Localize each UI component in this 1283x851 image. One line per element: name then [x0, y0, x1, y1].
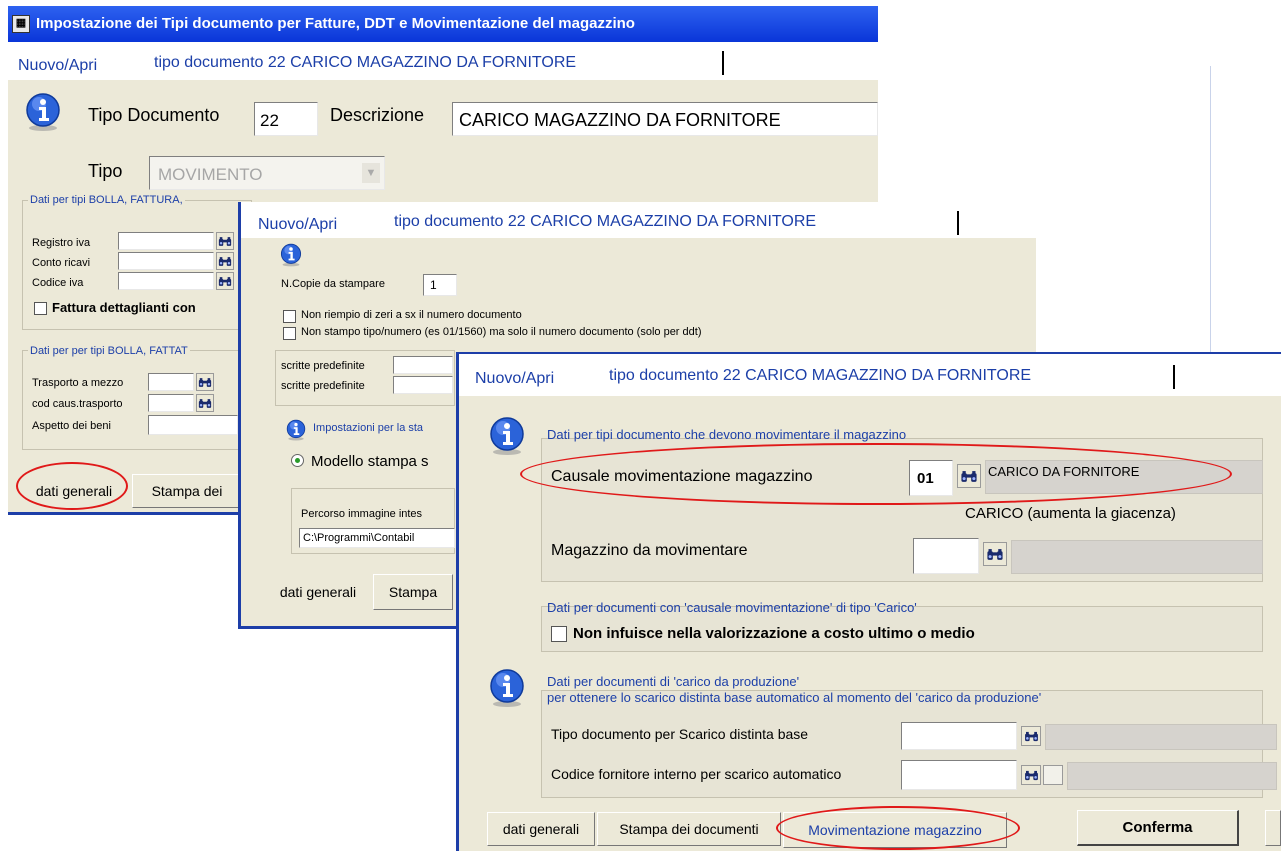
codice-fornitore-input[interactable] [901, 760, 1017, 790]
info-icon [285, 418, 307, 442]
tipo-documento-input[interactable]: 22 [254, 102, 318, 136]
ellipsis-button[interactable] [1043, 765, 1063, 785]
codice-iva-label: Codice iva [32, 277, 84, 289]
aspetto-beni-input[interactable] [148, 415, 238, 435]
next-button-partial[interactable] [1265, 810, 1281, 846]
info-icon [487, 414, 527, 458]
percorso-label: Percorso immagine intes [301, 508, 423, 520]
info-icon [279, 242, 303, 268]
zeri-checkbox[interactable] [283, 310, 296, 323]
tab-nuovo-apri[interactable]: Nuovo/Apri [18, 57, 97, 75]
search-binoculars-icon[interactable] [196, 394, 214, 412]
conto-ricavi-input[interactable] [118, 252, 214, 270]
tab-documento[interactable]: tipo documento 22 CARICO MAGAZZINO DA FO… [394, 213, 816, 231]
tab-stampa-documenti[interactable]: Stampa dei documenti [597, 812, 781, 846]
info-icon [23, 90, 63, 134]
tipo-label: Tipo [88, 161, 123, 181]
tipo-numero-label: Non stampo tipo/numero (es 01/1560) ma s… [301, 326, 702, 338]
fattura-dettaglianti-checkbox[interactable] [34, 302, 47, 315]
cod-caus-trasporto-label: cod caus.trasporto [32, 398, 123, 410]
info-icon [487, 666, 527, 710]
ncopie-input[interactable]: 1 [423, 274, 457, 296]
tab-stampa[interactable]: Stampa [373, 574, 453, 610]
codice-fornitore-label: Codice fornitore interno per scarico aut… [551, 766, 842, 782]
window-3: Nuovo/Apri tipo documento 22 CARICO MAGA… [456, 352, 1281, 851]
ncopie-label: N.Copie da stampare [281, 278, 385, 290]
tab-dati-generali[interactable]: dati generali [487, 812, 595, 846]
tab-separator [722, 51, 724, 75]
frame-produzione-title-1: Dati per documenti di 'carico da produzi… [547, 674, 800, 689]
descrizione-label: Descrizione [330, 105, 425, 125]
scritte-label-2: scritte predefinite [281, 380, 365, 392]
scritte-label-1: scritte predefinite [281, 360, 365, 372]
cod-caus-trasporto-input[interactable] [148, 394, 194, 412]
conferma-button[interactable]: Conferma [1077, 810, 1239, 846]
frame-carico-title: Dati per documenti con 'causale moviment… [547, 600, 917, 615]
causale-description: CARICO DA FORNITORE [985, 460, 1263, 494]
frame-movimentazione-title: Dati per tipi documento che devono movim… [547, 427, 907, 442]
tab-movimentazione-magazzino[interactable]: Movimentazione magazzino [783, 812, 1007, 848]
percorso-input[interactable]: C:\Programmi\Contabil [299, 528, 455, 548]
tipo-documento-label: Tipo Documento [88, 105, 220, 125]
frame-bolla-fattura-title: Dati per tipi BOLLA, FATTURA, [28, 194, 185, 206]
magazzino-input[interactable] [913, 538, 979, 574]
trasporto-input[interactable] [148, 373, 194, 391]
search-binoculars-icon[interactable] [216, 232, 234, 250]
app-icon: ▦ [12, 15, 30, 33]
trasporto-label: Trasporto a mezzo [32, 377, 124, 389]
codice-iva-input[interactable] [118, 272, 214, 290]
non-infuisce-checkbox[interactable] [551, 626, 567, 642]
modello-label: Modello stampa s [311, 453, 429, 470]
tipo-select[interactable]: MOVIMENTO ▼ [149, 156, 385, 190]
aspetto-beni-label: Aspetto dei beni [32, 420, 111, 432]
causale-note: CARICO (aumenta la giacenza) [965, 505, 1176, 522]
registro-iva-label: Registro iva [32, 237, 91, 249]
tab-separator [957, 211, 959, 235]
search-binoculars-icon[interactable] [1021, 726, 1041, 746]
zeri-label: Non riempio di zeri a sx il numero docum… [301, 309, 522, 321]
radio-modello[interactable] [291, 454, 304, 467]
tab-nuovo-apri[interactable]: Nuovo/Apri [258, 216, 337, 234]
tab-documento[interactable]: tipo documento 22 CARICO MAGAZZINO DA FO… [154, 54, 576, 72]
search-binoculars-icon[interactable] [216, 272, 234, 290]
descrizione-input[interactable]: CARICO MAGAZZINO DA FORNITORE [452, 102, 878, 136]
tab-dati-generali[interactable]: dati generali [263, 576, 373, 608]
search-binoculars-icon[interactable] [196, 373, 214, 391]
frame-trasporto-title: Dati per per tipi BOLLA, FATTAT [28, 345, 190, 357]
causale-code-input[interactable]: 01 [909, 460, 953, 496]
conto-ricavi-label: Conto ricavi [32, 257, 91, 269]
search-binoculars-icon[interactable] [957, 464, 981, 488]
fattura-dettaglianti-label: Fattura dettaglianti con [52, 300, 196, 315]
search-binoculars-icon[interactable] [216, 252, 234, 270]
frame-produzione-title-2: per ottenere lo scarico distinta base au… [547, 690, 1042, 705]
tab-nuovo-apri[interactable]: Nuovo/Apri [475, 370, 554, 388]
magazzino-label: Magazzino da movimentare [551, 542, 748, 559]
scritte-input-1[interactable] [393, 356, 453, 374]
scritte-input-2[interactable] [393, 376, 453, 394]
codice-fornitore-description [1067, 762, 1277, 790]
search-binoculars-icon[interactable] [1021, 765, 1041, 785]
tab-documento[interactable]: tipo documento 22 CARICO MAGAZZINO DA FO… [609, 367, 1031, 385]
tab-separator [1173, 365, 1175, 389]
non-infuisce-label: Non infuisce nella valorizzazione a cost… [573, 625, 975, 642]
search-binoculars-icon[interactable] [983, 542, 1007, 566]
chevron-down-icon[interactable]: ▼ [362, 163, 380, 183]
tipo-numero-checkbox[interactable] [283, 327, 296, 340]
tipo-doc-scarico-description [1045, 724, 1277, 750]
window-title: Impostazione dei Tipi documento per Fatt… [36, 15, 635, 32]
radio-dot [295, 458, 300, 463]
title-bar: ▦ Impostazione dei Tipi documento per Fa… [8, 6, 878, 42]
tipo-doc-scarico-input[interactable] [901, 722, 1017, 750]
causale-label: Causale movimentazione magazzino [551, 468, 813, 485]
magazzino-description [1011, 540, 1263, 574]
registro-iva-input[interactable] [118, 232, 214, 250]
tab-dati-generali[interactable]: dati generali [16, 476, 132, 506]
tipo-doc-scarico-label: Tipo documento per Scarico distinta base [551, 726, 809, 742]
tab-stampa-dei[interactable]: Stampa dei [132, 474, 242, 508]
divider-line [1210, 66, 1211, 356]
impostazioni-label: Impostazioni per la sta [313, 422, 424, 434]
